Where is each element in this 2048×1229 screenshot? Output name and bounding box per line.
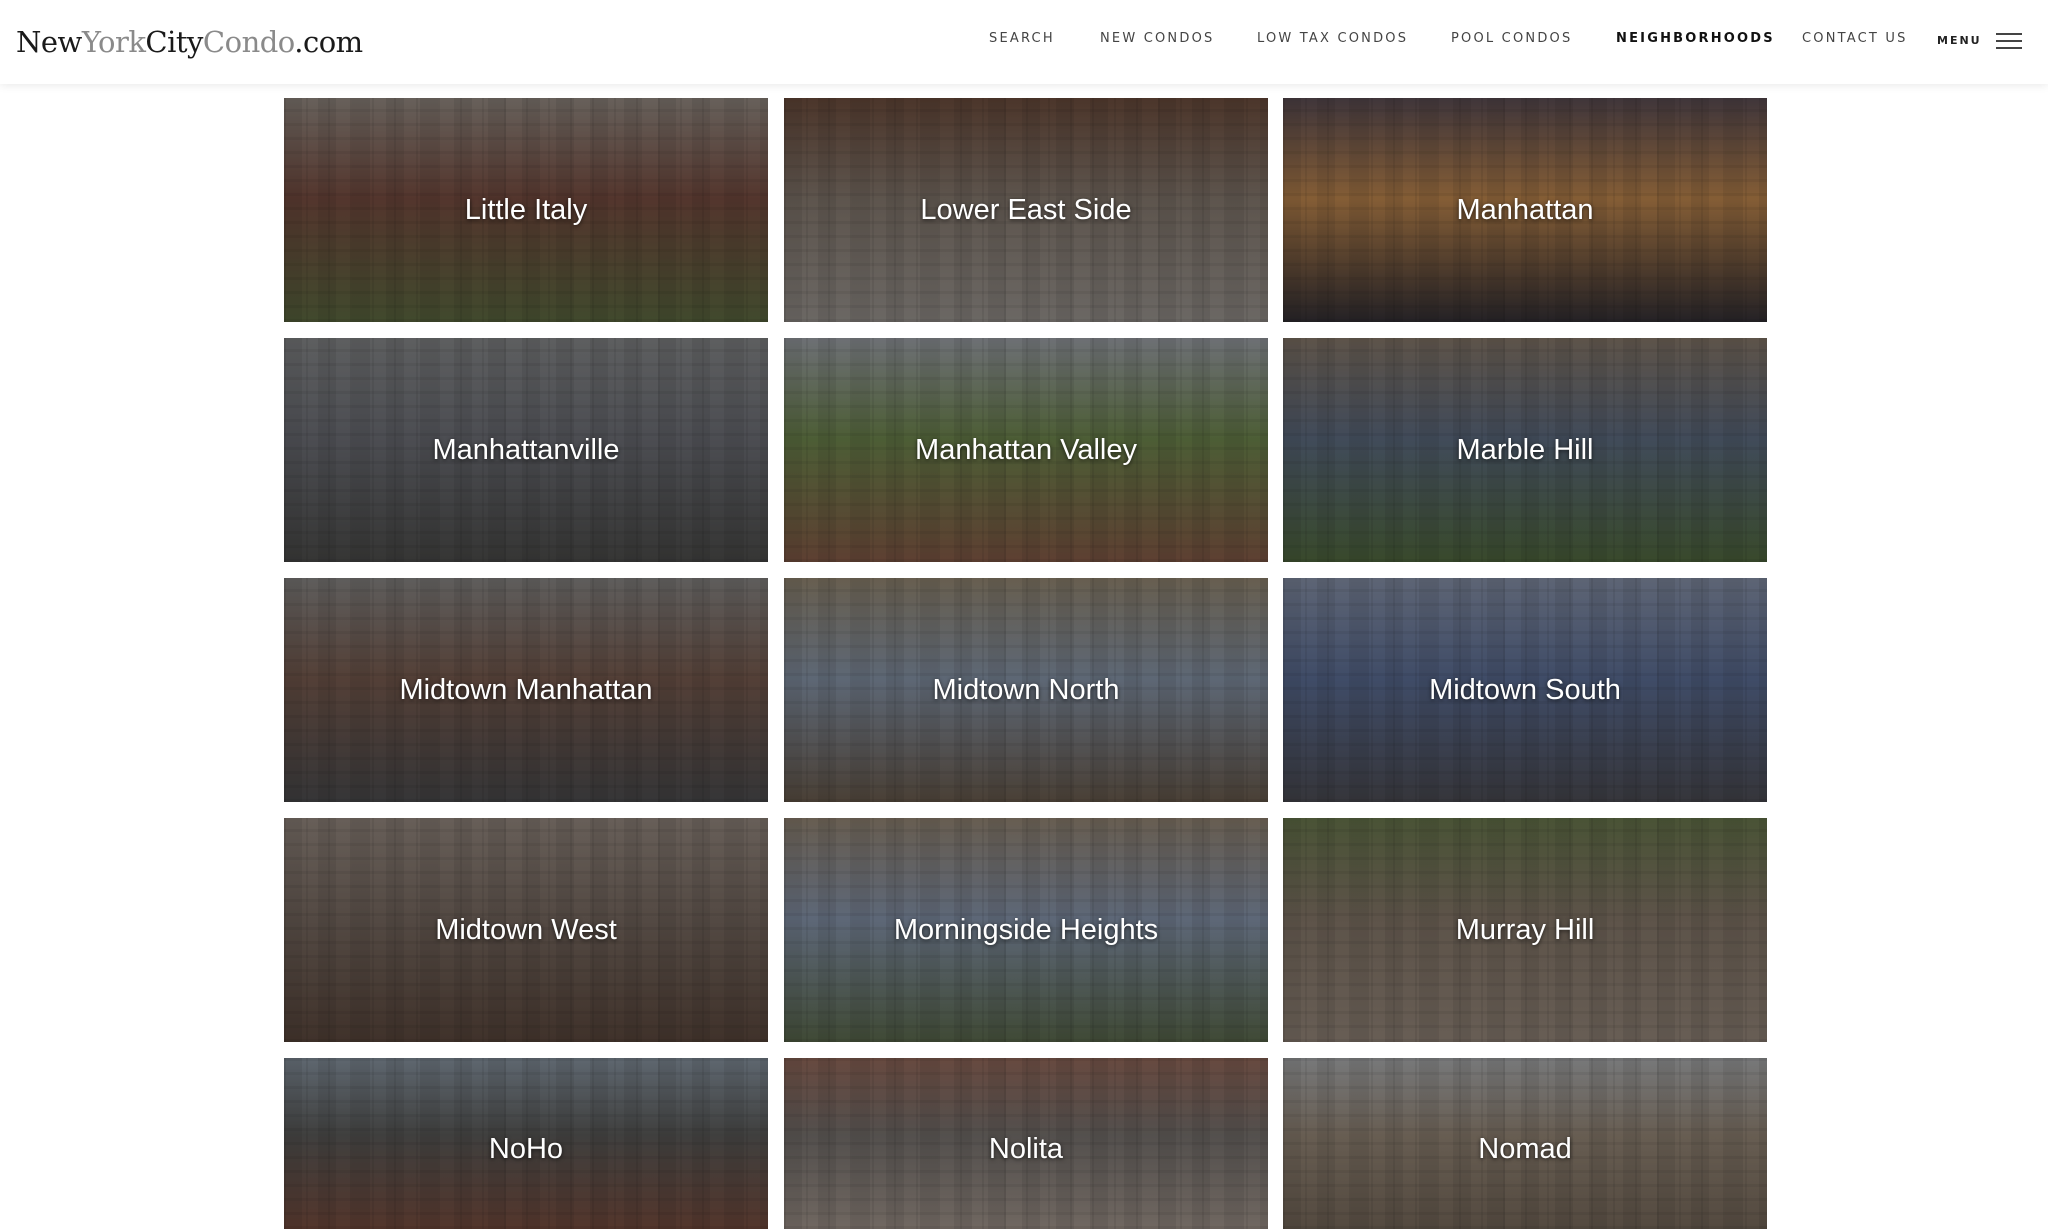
nav-low-tax-condos[interactable]: LOW TAX CONDOS [1257,31,1408,46]
site-header: NewYorkCityCondo.com SEARCH NEW CONDOS L… [0,0,2048,84]
neighborhood-name: Morningside Heights [893,913,1159,946]
neighborhood-name: Nomad [1478,1133,1572,1165]
neighborhood-tile[interactable]: Murray Hill [1283,818,1767,1042]
neighborhood-tile[interactable]: Midtown Manhattan [284,578,768,802]
neighborhood-tile[interactable]: Midtown North [784,578,1268,802]
neighborhood-tile[interactable]: Nomad [1283,1058,1767,1229]
nav-pool-condos[interactable]: POOL CONDOS [1451,31,1572,46]
neighborhood-tile[interactable]: Lower East Side [784,98,1268,322]
neighborhood-name: Midtown South [1429,673,1621,706]
neighborhood-tile[interactable]: NoHo [284,1058,768,1229]
neighborhood-tile[interactable]: Little Italy [284,98,768,322]
nav-contact-us[interactable]: CONTACT US [1802,31,1908,46]
neighborhood-name: Nolita [988,1133,1064,1165]
nav-neighborhoods[interactable]: NEIGHBORHOODS [1616,31,1775,46]
neighborhood-name: Manhattanville [432,433,620,466]
neighborhood-name: Murray Hill [1455,913,1595,946]
neighborhood-tile[interactable]: Midtown West [284,818,768,1042]
neighborhood-tile[interactable]: Manhattan Valley [784,338,1268,562]
neighborhood-tile[interactable]: Morningside Heights [784,818,1268,1042]
neighborhood-name: Midtown West [435,913,617,946]
neighborhood-name: Marble Hill [1456,433,1594,466]
neighborhood-name: NoHo [488,1133,564,1165]
neighborhood-tile[interactable]: Manhattan [1283,98,1767,322]
neighborhood-tile[interactable]: Manhattanville [284,338,768,562]
neighborhood-tile[interactable]: Midtown South [1283,578,1767,802]
neighborhood-tile[interactable]: Nolita [784,1058,1268,1229]
neighborhood-name: Midtown North [932,673,1120,706]
neighborhood-name: Manhattan Valley [915,433,1137,466]
main-nav: SEARCH NEW CONDOS LOW TAX CONDOS POOL CO… [0,0,2048,80]
neighborhood-name: Manhattan [1456,193,1594,226]
neighborhood-name: Midtown Manhattan [399,673,653,706]
neighborhood-tile[interactable]: Marble Hill [1283,338,1767,562]
neighborhood-name: Little Italy [464,193,588,226]
menu-label[interactable]: MENU [1937,34,1982,47]
neighborhood-name: Lower East Side [920,193,1132,226]
nav-search[interactable]: SEARCH [989,31,1055,46]
nav-new-condos[interactable]: NEW CONDOS [1100,31,1214,46]
hamburger-menu-icon[interactable] [1996,31,2022,51]
